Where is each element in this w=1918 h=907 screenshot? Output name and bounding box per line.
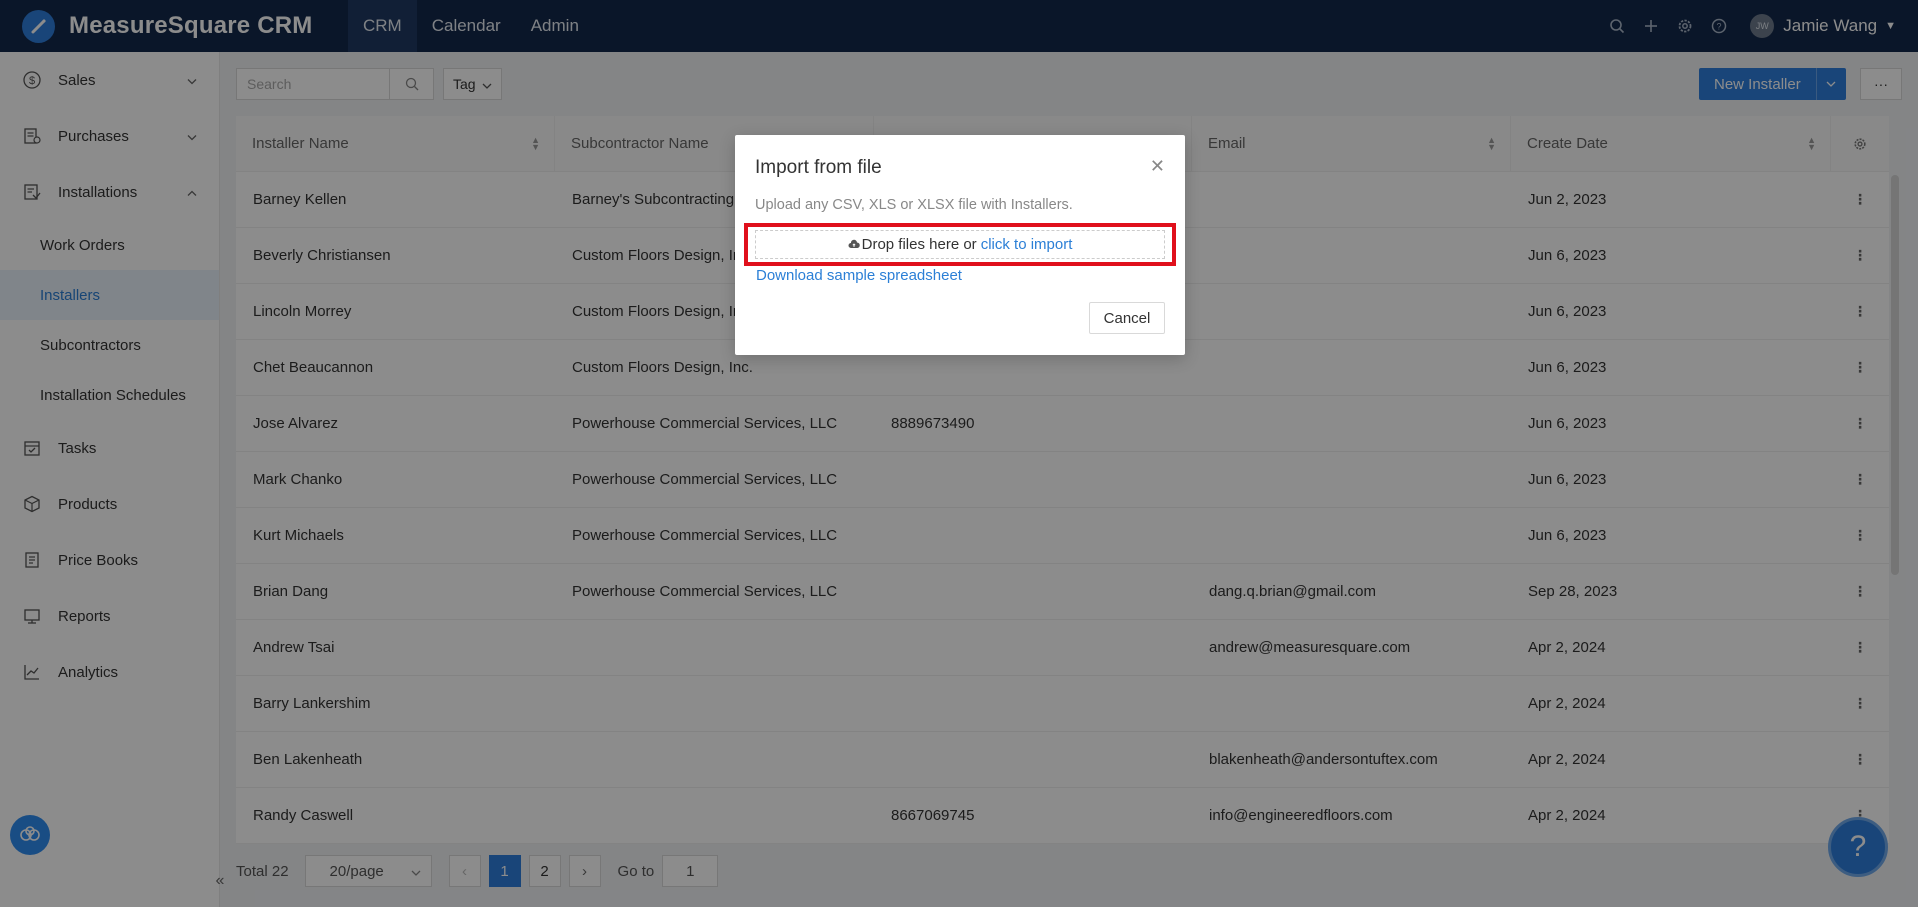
dialog-description: Upload any CSV, XLS or XLSX file with In… bbox=[755, 197, 1073, 213]
cloud-upload-icon bbox=[848, 236, 860, 253]
import-dialog: Import from file ✕ Upload any CSV, XLS o… bbox=[735, 135, 1185, 355]
drop-text: Drop files here or bbox=[861, 236, 977, 253]
drop-zone-text: Drop files here or click to import bbox=[848, 236, 1073, 253]
dialog-title: Import from file bbox=[755, 157, 882, 178]
click-to-import-link[interactable]: click to import bbox=[981, 236, 1073, 253]
cancel-button[interactable]: Cancel bbox=[1089, 302, 1165, 334]
file-drop-zone[interactable]: Drop files here or click to import bbox=[744, 223, 1176, 266]
close-icon[interactable]: ✕ bbox=[1150, 156, 1165, 177]
download-sample-link[interactable]: Download sample spreadsheet bbox=[756, 267, 962, 284]
